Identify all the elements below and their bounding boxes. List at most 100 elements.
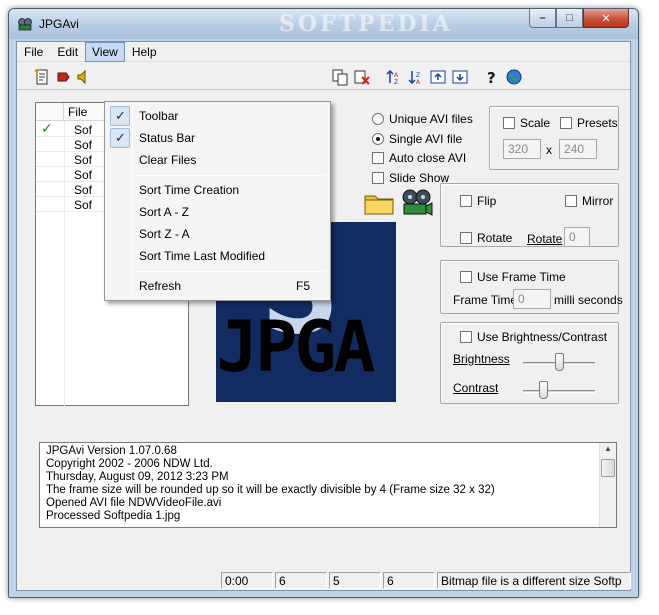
checkbox-mirror[interactable]: [565, 195, 577, 207]
checkbox-slide-show[interactable]: [372, 172, 384, 184]
frame-time-label: Frame Time: [453, 293, 518, 307]
menu-item-sort-z-a[interactable]: Sort Z - A: [107, 223, 328, 245]
flip-option[interactable]: Flip: [460, 194, 496, 208]
scale-option[interactable]: Scale: [503, 116, 550, 130]
menu-item-label: Refresh: [139, 279, 182, 293]
log-output[interactable]: JPGAvi Version 1.07.0.68 Copyright 2002 …: [39, 442, 617, 528]
rotate-option[interactable]: Rotate: [460, 231, 512, 245]
window-title: JPGAvi: [39, 17, 79, 31]
move-up-icon[interactable]: [429, 68, 447, 86]
checkbox-scale[interactable]: [503, 117, 515, 129]
checkbox-presets[interactable]: [560, 117, 572, 129]
presets-option[interactable]: Presets: [560, 116, 618, 130]
svg-text:?: ?: [487, 69, 496, 86]
single-avi-option[interactable]: Single AVI file: [372, 132, 462, 146]
sort-down-icon[interactable]: ZA: [407, 68, 425, 86]
sound-icon[interactable]: [75, 68, 93, 86]
menu-item-label: Toolbar: [139, 109, 179, 123]
checkbox-rotate[interactable]: [460, 232, 472, 244]
move-down-icon[interactable]: [451, 68, 469, 86]
checkbox-use-frame-time[interactable]: [460, 271, 472, 283]
menu-item-label: Sort A - Z: [139, 205, 190, 219]
checkbox-auto-close[interactable]: [372, 152, 384, 164]
menu-item-label: Sort Time Creation: [139, 183, 240, 197]
title-bar[interactable]: JPGAvi SOFTPEDIA – □ ✕: [9, 9, 638, 39]
menu-bar: File Edit View Help: [17, 42, 630, 62]
checkbox-flip[interactable]: [460, 195, 472, 207]
unique-avi-option[interactable]: Unique AVI files: [372, 112, 473, 126]
menu-file[interactable]: File: [17, 42, 50, 62]
use-brightness-label: Use Brightness/Contrast: [477, 330, 608, 344]
checkbox-use-brightness[interactable]: [460, 331, 472, 343]
sort-up-icon[interactable]: AZ: [385, 68, 403, 86]
mirror-option[interactable]: Mirror: [565, 194, 613, 208]
radio-single-avi[interactable]: [372, 133, 384, 145]
log-scrollbar[interactable]: ▲: [599, 443, 616, 527]
new-file-icon[interactable]: [33, 68, 51, 86]
menu-item-sort-a-z[interactable]: Sort A - Z: [107, 201, 328, 223]
log-line: The frame size will be rounded up so it …: [46, 484, 495, 496]
close-button[interactable]: ✕: [583, 9, 629, 28]
check-icon: ✓: [115, 130, 126, 145]
maximize-button[interactable]: □: [556, 9, 583, 28]
height-field[interactable]: 240: [559, 139, 597, 159]
file-name: Sof: [74, 153, 93, 167]
copy-icon[interactable]: [331, 68, 349, 86]
auto-close-option[interactable]: Auto close AVI: [372, 151, 466, 165]
status-value-1: 6: [275, 572, 327, 589]
radio-unique-avi[interactable]: [372, 113, 384, 125]
brightness-slider-thumb[interactable]: [554, 353, 564, 371]
file-name: Sof: [74, 168, 93, 182]
menu-view[interactable]: View: [85, 42, 125, 62]
contrast-slider[interactable]: [523, 390, 595, 393]
file-name: Sof: [74, 198, 93, 212]
frame-time-field[interactable]: 0: [513, 289, 551, 309]
file-name: Sof: [74, 183, 93, 197]
app-window: JPGAvi SOFTPEDIA – □ ✕ File Edit View He…: [8, 8, 639, 598]
film-reel-icon[interactable]: [401, 188, 433, 218]
rotate-check-label: Rotate: [477, 231, 513, 245]
contrast-slider-thumb[interactable]: [538, 381, 548, 399]
minimize-button[interactable]: –: [529, 9, 556, 28]
delete-icon[interactable]: [353, 68, 371, 86]
scroll-up-icon[interactable]: ▲: [601, 444, 615, 458]
slide-show-option[interactable]: Slide Show: [372, 171, 449, 185]
remove-icon[interactable]: [55, 68, 73, 86]
help-icon[interactable]: ?: [483, 68, 501, 87]
svg-text:A: A: [416, 79, 421, 86]
menu-item-shortcut: F5: [295, 279, 310, 293]
menu-edit[interactable]: Edit: [50, 42, 85, 62]
log-line: Thursday, August 09, 2012 3:23 PM: [46, 471, 229, 483]
menu-item-clear-files[interactable]: Clear Files: [107, 149, 328, 171]
globe-icon[interactable]: [505, 68, 523, 86]
preview-text: JPGA: [216, 306, 376, 388]
rotate-field[interactable]: 0: [564, 227, 590, 247]
rotate-field-label: Rotate: [527, 232, 563, 246]
menu-help[interactable]: Help: [125, 42, 164, 62]
svg-text:A: A: [394, 72, 399, 79]
menu-item-status-bar[interactable]: ✓ Status Bar: [107, 127, 328, 149]
status-bar: 0:00 6 5 6 Bitmap file is a different si…: [17, 570, 631, 590]
width-field[interactable]: 320: [503, 139, 541, 159]
use-frame-time-option[interactable]: Use Frame Time: [460, 270, 566, 284]
use-frame-time-label: Use Frame Time: [477, 270, 566, 284]
scroll-thumb[interactable]: [601, 459, 615, 477]
status-value-3: 6: [383, 572, 435, 589]
scale-label: Scale: [520, 116, 551, 130]
status-message: Bitmap file is a different size Softp: [437, 572, 631, 589]
log-line: Opened AVI file NDWVideoFile.avi: [46, 497, 222, 509]
status-value-2: 5: [329, 572, 381, 589]
menu-item-sort-time-modified[interactable]: Sort Time Last Modified: [107, 245, 328, 267]
file-name: Sof: [74, 123, 93, 137]
menu-item-refresh[interactable]: Refresh F5: [107, 275, 328, 297]
file-name: Sof: [74, 138, 93, 152]
use-brightness-option[interactable]: Use Brightness/Contrast: [460, 330, 607, 344]
title-watermark: SOFTPEDIA: [279, 11, 453, 37]
open-folder-icon[interactable]: [363, 188, 395, 216]
file-column-header[interactable]: File: [68, 105, 87, 119]
view-menu-dropdown: ✓ Toolbar ✓ Status Bar Clear Files Sort …: [104, 101, 331, 301]
menu-item-label: Clear Files: [139, 153, 197, 167]
check-icon: ✓: [115, 108, 126, 123]
menu-item-toolbar[interactable]: ✓ Toolbar: [107, 105, 328, 127]
menu-item-sort-time-creation[interactable]: Sort Time Creation: [107, 179, 328, 201]
